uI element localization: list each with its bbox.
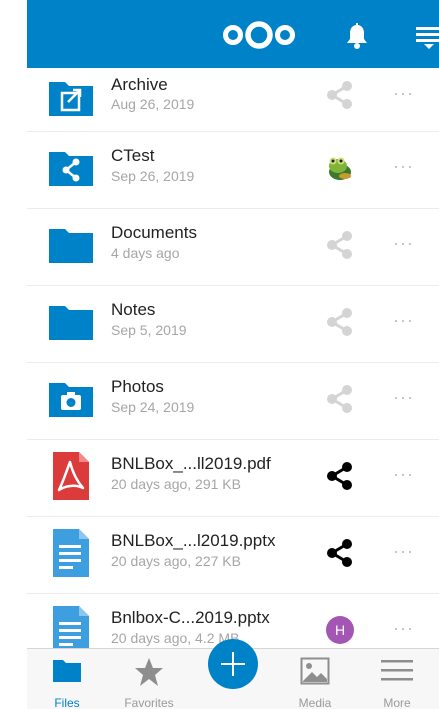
more-options-button[interactable]: ··· — [393, 388, 417, 406]
file-name: BNLBox_...ll2019.pdf — [111, 454, 271, 473]
file-meta: 20 days ago, 227 KB — [111, 553, 241, 569]
file-name: BNLBox_...l2019.pptx — [111, 531, 276, 550]
list-item[interactable]: Documents 4 days ago ··· — [27, 209, 439, 286]
tab-favorites[interactable]: Favorites — [109, 649, 189, 709]
more-options-button[interactable]: ··· — [393, 619, 417, 637]
menu-lines-icon — [381, 660, 413, 681]
more-options-button[interactable]: ··· — [393, 542, 417, 560]
list-item[interactable]: Photos Sep 24, 2019 ··· — [27, 363, 439, 440]
tab-label: Files — [54, 696, 80, 709]
list-item[interactable]: BNLBox_...ll2019.pdf 20 days ago, 291 KB… — [27, 440, 439, 517]
nextcloud-logo-icon[interactable] — [221, 20, 297, 50]
share-icon[interactable] — [325, 384, 355, 414]
app-window: Archive Aug 26, 2019 ··· CTest Sep 26, 2… — [0, 0, 439, 709]
more-options-button[interactable]: ··· — [393, 84, 417, 102]
tab-label: More — [383, 696, 411, 709]
frog-avatar[interactable] — [323, 152, 355, 184]
pdf-icon — [53, 452, 89, 500]
folder-icon — [49, 229, 93, 263]
file-meta: Sep 24, 2019 — [111, 399, 195, 415]
folder-external-icon — [49, 82, 93, 116]
star-icon — [135, 658, 163, 686]
more-options-button[interactable]: ··· — [393, 157, 417, 175]
tab-more[interactable]: More — [357, 649, 437, 709]
file-name: CTest — [111, 146, 155, 165]
image-icon — [300, 657, 330, 685]
share-icon[interactable] — [325, 538, 355, 568]
share-icon[interactable] — [325, 80, 355, 110]
folder-icon — [49, 306, 93, 340]
list-item[interactable]: BNLBox_...l2019.pptx 20 days ago, 227 KB… — [27, 517, 439, 594]
tab-media[interactable]: Media — [275, 649, 355, 709]
file-name: Photos — [111, 377, 164, 396]
menu-icon[interactable] — [413, 22, 439, 50]
list-item[interactable]: CTest Sep 26, 2019 ··· — [27, 132, 439, 209]
folder-shared-icon — [49, 152, 93, 186]
document-icon — [53, 606, 89, 648]
file-meta: Sep 5, 2019 — [111, 322, 187, 338]
file-meta: Aug 26, 2019 — [111, 96, 195, 112]
folder-camera-icon — [49, 383, 93, 417]
top-bar — [27, 0, 439, 68]
share-icon[interactable] — [325, 461, 355, 491]
tab-files[interactable]: Files — [27, 649, 107, 709]
file-list: Archive Aug 26, 2019 ··· CTest Sep 26, 2… — [27, 68, 439, 648]
folder-icon — [53, 660, 81, 682]
tab-label: Favorites — [124, 696, 174, 709]
list-item[interactable]: Notes Sep 5, 2019 ··· — [27, 286, 439, 363]
file-meta: 20 days ago, 291 KB — [111, 476, 241, 492]
share-icon[interactable] — [325, 307, 355, 337]
file-meta: 4 days ago — [111, 245, 180, 261]
file-name: Notes — [111, 300, 156, 319]
plus-icon — [221, 652, 245, 676]
list-item[interactable]: Archive Aug 26, 2019 ··· — [27, 68, 439, 132]
avatar[interactable]: H — [326, 616, 354, 644]
more-options-button[interactable]: ··· — [393, 234, 417, 252]
tab-label: Media — [298, 696, 332, 709]
bell-icon[interactable] — [344, 22, 370, 50]
file-name: Bnlbox-C...2019.pptx — [111, 608, 270, 627]
file-meta: Sep 26, 2019 — [111, 168, 195, 184]
add-button[interactable] — [208, 639, 258, 689]
document-icon — [53, 529, 89, 577]
share-icon[interactable] — [325, 230, 355, 260]
more-options-button[interactable]: ··· — [393, 465, 417, 483]
file-name: Archive — [111, 75, 168, 94]
more-options-button[interactable]: ··· — [393, 311, 417, 329]
bottom-tab-bar: Files Favorites Media More — [27, 639, 439, 709]
file-name: Documents — [111, 223, 197, 242]
